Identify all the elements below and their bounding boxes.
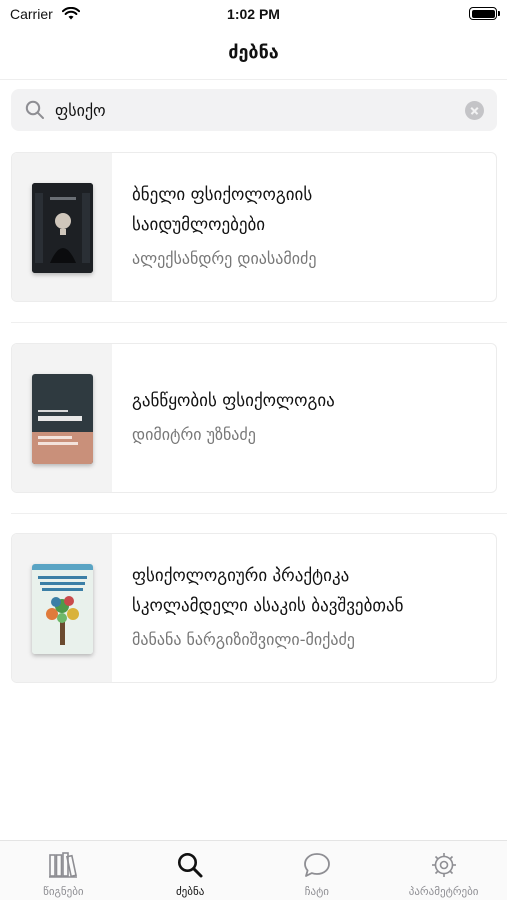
book-title-line: სკოლამდელი ასაკის ბავშვებთან bbox=[132, 596, 404, 616]
page-title: ძებნა bbox=[228, 42, 279, 63]
book-title-line: საიდუმლოებები bbox=[132, 215, 266, 235]
book-title-line: ფსიქოლოგიური პრაქტიკა bbox=[132, 566, 350, 586]
tab-label: ჩატი bbox=[304, 885, 329, 898]
book-info: ფსიქოლოგიური პრაქტიკა სკოლამდელი ასაკის … bbox=[132, 534, 484, 682]
tab-label: წიგნები bbox=[43, 885, 84, 898]
tab-bar: წიგნები ძებნა ჩატი პარამეტრები bbox=[0, 840, 507, 900]
chat-bubble-icon bbox=[302, 851, 332, 883]
book-cover-image bbox=[32, 564, 93, 654]
book-cover-area bbox=[12, 153, 112, 301]
book-author: ალექსანდრე დიასამიძე bbox=[132, 249, 317, 268]
book-info: განწყობის ფსიქოლოგია დიმიტრი უზნაძე bbox=[132, 344, 484, 492]
tab-search[interactable]: ძებნა bbox=[127, 841, 254, 900]
book-title-line: ბნელი ფსიქოლოგიის bbox=[132, 185, 313, 205]
search-bar[interactable] bbox=[11, 89, 497, 131]
book-author: დიმიტრი უზნაძე bbox=[132, 425, 256, 444]
gear-icon bbox=[430, 851, 458, 883]
status-time: 1:02 PM bbox=[227, 6, 280, 22]
book-result-2[interactable]: განწყობის ფსიქოლოგია დიმიტრი უზნაძე bbox=[11, 343, 497, 493]
search-input[interactable] bbox=[55, 89, 455, 131]
tab-chat[interactable]: ჩატი bbox=[254, 841, 381, 900]
tab-label: ძებნა bbox=[175, 885, 205, 898]
tab-label: პარამეტრები bbox=[408, 885, 479, 898]
book-info: ბნელი ფსიქოლოგიის საიდუმლოებები ალექსანდ… bbox=[132, 153, 484, 301]
search-icon bbox=[25, 100, 45, 124]
search-icon bbox=[176, 851, 204, 883]
books-icon bbox=[48, 851, 78, 883]
book-result-3[interactable]: ფსიქოლოგიური პრაქტიკა სკოლამდელი ასაკის … bbox=[11, 533, 497, 683]
book-cover-area bbox=[12, 534, 112, 682]
book-result-1[interactable]: ბნელი ფსიქოლოგიის საიდუმლოებები ალექსანდ… bbox=[11, 152, 497, 302]
list-separator bbox=[11, 513, 507, 514]
book-author: მანანა ნარგიზიშვილი-მიქაძე bbox=[132, 630, 355, 649]
status-bar: Carrier 1:02 PM bbox=[0, 0, 507, 30]
tab-settings[interactable]: პარამეტრები bbox=[380, 841, 507, 900]
book-cover-image bbox=[32, 183, 93, 273]
tab-books[interactable]: წიგნები bbox=[0, 841, 127, 900]
nav-divider bbox=[0, 79, 507, 80]
book-title-line: განწყობის ფსიქოლოგია bbox=[132, 391, 335, 411]
book-cover-image bbox=[32, 374, 93, 464]
book-cover-area bbox=[12, 344, 112, 492]
clear-search-icon[interactable] bbox=[465, 101, 484, 120]
list-separator bbox=[11, 322, 507, 323]
battery-icon bbox=[469, 7, 500, 20]
